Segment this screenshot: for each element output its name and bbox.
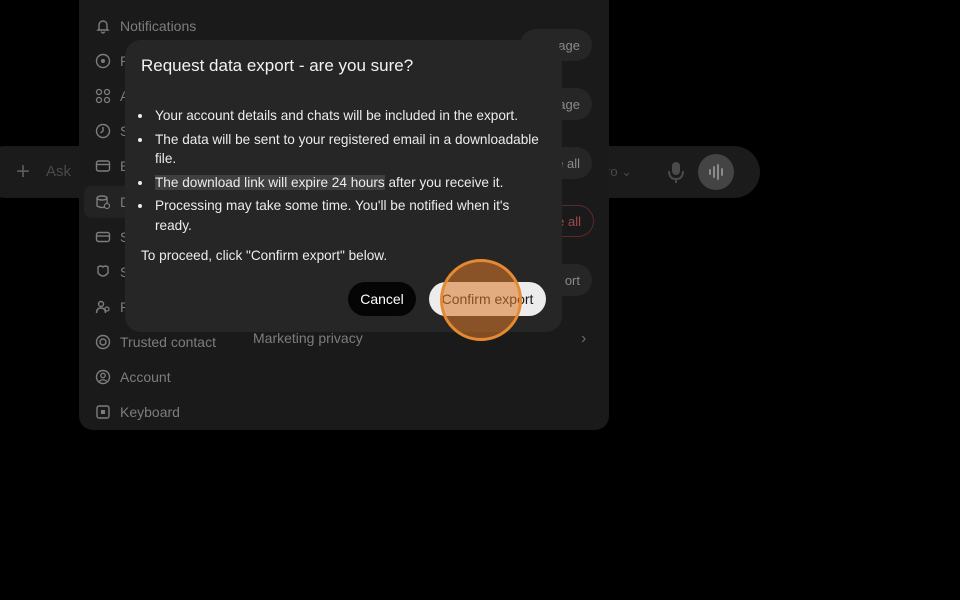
- chevron-right-icon[interactable]: ›: [581, 330, 586, 348]
- chat-input[interactable]: Ask: [46, 163, 71, 180]
- export-info-list: Your account details and chats will be i…: [153, 106, 548, 239]
- sidebar-item-keyboard[interactable]: Keyboard: [94, 400, 180, 424]
- waveform-icon: [709, 164, 723, 180]
- database-icon: [94, 193, 112, 211]
- proceed-instructions: To proceed, click "Confirm export" below…: [141, 248, 388, 263]
- sidebar-item-trusted-contact[interactable]: Trusted contact: [94, 330, 216, 354]
- sidebar-item-notifications[interactable]: Notifications: [94, 14, 196, 38]
- list-item: Your account details and chats will be i…: [153, 106, 548, 126]
- bell-icon: [94, 17, 112, 35]
- sidebar-item-label: Account: [120, 369, 171, 385]
- dialog-title: Request data export - are you sure?: [141, 56, 414, 75]
- list-item: Processing may take some time. You'll be…: [153, 196, 548, 235]
- list-item-text: Processing may take some time. You'll be…: [155, 198, 510, 233]
- user-circle-icon: [94, 368, 112, 386]
- list-item-text: after you receive it.: [388, 174, 504, 190]
- highlighted-text: The download link will expire 24 hours: [155, 174, 385, 190]
- shield-icon: [94, 263, 112, 281]
- microphone-icon[interactable]: [666, 160, 686, 184]
- sidebar-item-label: Keyboard: [120, 404, 180, 420]
- add-attachment-icon[interactable]: +: [12, 158, 34, 186]
- clock-icon: [94, 122, 112, 140]
- list-item-text: The data will be sent to your registered…: [155, 131, 539, 167]
- click-indicator: [440, 259, 522, 341]
- sidebar-item-label: Trusted contact: [120, 334, 216, 350]
- voice-mode-button[interactable]: [698, 154, 734, 190]
- marketing-privacy-label[interactable]: Marketing privacy: [253, 330, 363, 346]
- keyboard-icon: [94, 403, 112, 421]
- sidebar-item-label: Notifications: [120, 18, 197, 34]
- list-item: The download link will expire 24 hours a…: [153, 173, 548, 193]
- palette-icon: [94, 52, 112, 70]
- export-label: ort: [564, 272, 580, 288]
- billing-icon: [94, 157, 112, 175]
- cancel-button[interactable]: Cancel: [348, 282, 416, 316]
- manage-button-1-label: age: [558, 37, 580, 53]
- lifebuoy-icon: [94, 333, 112, 351]
- list-item-text: Your account details and chats will be i…: [155, 108, 518, 123]
- people-icon: [94, 298, 112, 316]
- sidebar-item-account[interactable]: Account: [94, 365, 171, 389]
- list-item: The data will be sent to your registered…: [153, 130, 548, 169]
- card-icon: [94, 228, 112, 246]
- model-picker[interactable]: ro ⌄: [606, 164, 632, 180]
- apps-icon: [94, 87, 112, 105]
